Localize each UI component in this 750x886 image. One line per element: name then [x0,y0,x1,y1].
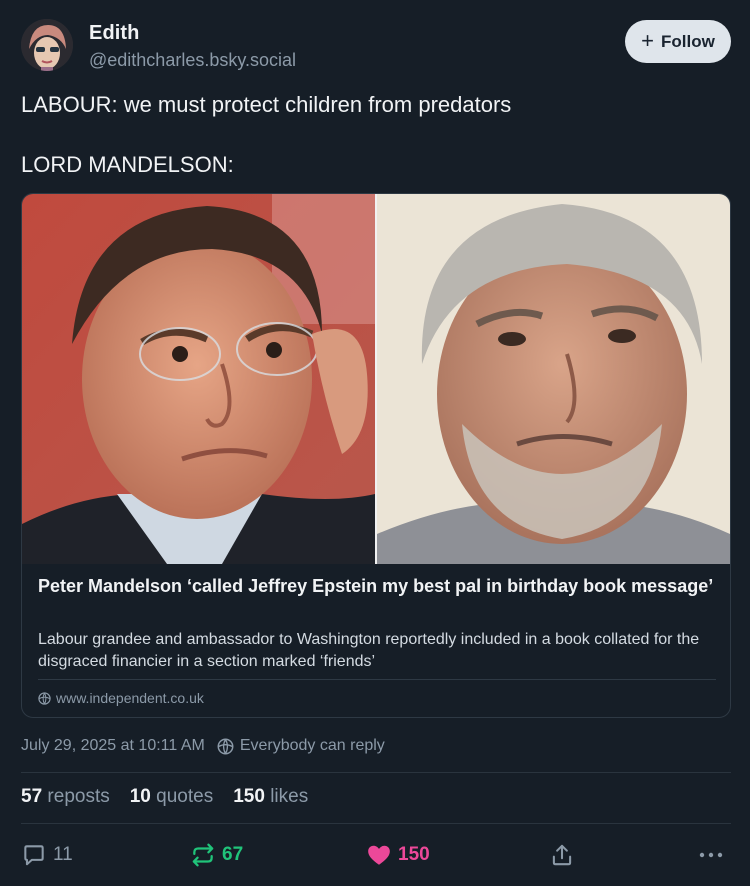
reposts-count: 57 [21,786,43,807]
likes-count: 150 [233,786,265,807]
divider [21,823,731,824]
heart-icon [368,845,390,865]
likes-label: likes [270,786,309,807]
plus-icon: + [641,27,655,53]
like-count: 150 [398,844,430,865]
quotes-label: quotes [156,786,214,807]
repost-icon [192,843,214,867]
divider [21,772,731,773]
repost-button[interactable]: 67 [190,838,243,872]
likes-stat[interactable]: 150 likes [233,786,308,808]
reply-count: 11 [53,844,73,865]
author-display-name[interactable]: Edith [89,22,140,45]
repost-count: 67 [222,844,244,865]
share-button[interactable] [549,838,575,872]
link-card-domain-text: www.independent.co.uk [56,690,204,706]
post-text-line: LABOUR: we must protect children from pr… [21,92,512,117]
post: Edith @edithcharles.bsky.social + Follow… [0,0,750,886]
globe-icon [217,738,234,754]
link-card-domain: www.independent.co.uk [38,690,204,706]
link-card-image [22,194,730,564]
avatar-image [21,19,73,71]
quotes-count: 10 [129,786,151,807]
follow-button[interactable]: + Follow [625,20,731,63]
avatar[interactable] [21,19,73,71]
link-card-divider [38,679,716,680]
follow-button-label: Follow [661,31,715,51]
post-text: LABOUR: we must protect children from pr… [21,90,721,180]
reply-icon [24,845,44,866]
link-card[interactable]: Peter Mandelson ‘called Jeffrey Epstein … [21,193,731,718]
more-options-button[interactable] [697,838,725,872]
ellipsis-icon [699,852,723,858]
action-bar: 11 67 150 [0,838,750,872]
post-meta: July 29, 2025 at 10:11 AM Everybody can … [21,737,385,755]
post-text-line: LORD MANDELSON: [21,152,234,177]
reposts-stat[interactable]: 57 reposts [21,786,110,808]
share-icon [552,844,572,866]
reply-button[interactable]: 11 [21,838,73,872]
globe-icon [38,691,51,705]
link-card-description: Labour grandee and ambassador to Washing… [38,631,700,670]
reposts-label: reposts [47,786,110,807]
post-timestamp[interactable]: July 29, 2025 at 10:11 AM [21,737,205,755]
engagement-stats: 57 reposts 10 quotes 150 likes [21,786,308,808]
link-card-title: Peter Mandelson ‘called Jeffrey Epstein … [38,576,714,596]
author-handle[interactable]: @edithcharles.bsky.social [89,50,296,71]
quotes-stat[interactable]: 10 quotes [130,786,213,808]
reply-setting-label: Everybody can reply [239,737,385,754]
reply-setting[interactable]: Everybody can reply [217,737,385,755]
like-button[interactable]: 150 [366,838,430,872]
